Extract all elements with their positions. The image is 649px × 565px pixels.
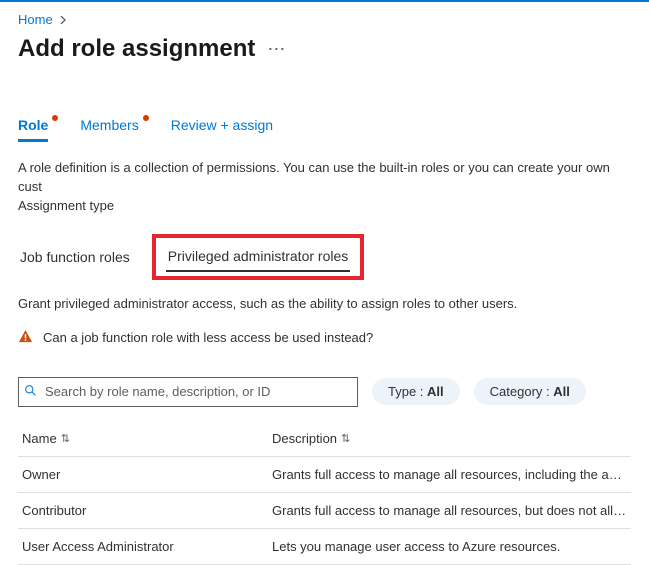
- subtab-privileged-admin-roles[interactable]: Privileged administrator roles: [166, 242, 351, 272]
- table-row[interactable]: User Access Administrator Lets you manag…: [18, 529, 631, 565]
- column-header-name[interactable]: Name ⇅: [18, 421, 268, 456]
- column-header-description[interactable]: Description ⇅: [268, 421, 631, 456]
- tab-role[interactable]: Role: [18, 111, 48, 142]
- role-description-cell: Grants full access to manage all resourc…: [268, 493, 631, 528]
- table-row[interactable]: Contributor Grants full access to manage…: [18, 493, 631, 529]
- role-name-cell: Contributor: [18, 493, 268, 528]
- tab-role-alert-dot: [52, 115, 58, 121]
- page-title: Add role assignment: [18, 35, 255, 63]
- highlight-annotation: Privileged administrator roles: [152, 234, 365, 280]
- search-icon: [24, 384, 37, 400]
- warning-icon: [18, 329, 33, 347]
- search-input[interactable]: [18, 377, 358, 407]
- tab-members-alert-dot: [143, 115, 149, 121]
- table-row[interactable]: Owner Grants full access to manage all r…: [18, 457, 631, 493]
- filter-type-pill[interactable]: Type : All: [372, 378, 460, 405]
- table-header-row: Name ⇅ Description ⇅: [18, 421, 631, 457]
- sort-icon: ⇅: [341, 432, 350, 445]
- grant-description: Grant privileged administrator access, s…: [18, 296, 631, 311]
- filter-category-pill[interactable]: Category : All: [474, 378, 586, 405]
- chevron-right-icon: [59, 12, 67, 27]
- subtab-job-function-roles[interactable]: Job function roles: [18, 243, 132, 271]
- role-type-tabs: Job function roles Privileged administra…: [18, 234, 631, 280]
- role-description: A role definition is a collection of per…: [18, 159, 631, 216]
- role-description-cell: Lets you manage user access to Azure res…: [268, 529, 631, 564]
- sort-icon: ⇅: [61, 432, 70, 445]
- more-actions-button[interactable]: ⋯: [267, 39, 286, 60]
- role-description-cell: Grants full access to manage all resourc…: [268, 457, 631, 492]
- role-name-cell: User Access Administrator: [18, 529, 268, 564]
- role-name-cell: Owner: [18, 457, 268, 492]
- roles-table: Name ⇅ Description ⇅ Owner Grants full a…: [18, 421, 631, 565]
- breadcrumb: Home: [18, 12, 631, 27]
- search-box: [18, 377, 358, 407]
- breadcrumb-home-link[interactable]: Home: [18, 12, 53, 27]
- warning-text: Can a job function role with less access…: [43, 330, 373, 345]
- tab-review-assign[interactable]: Review + assign: [171, 111, 273, 142]
- tab-members[interactable]: Members: [80, 111, 138, 142]
- wizard-tabs: Role Members Review + assign: [18, 111, 631, 143]
- warning-row: Can a job function role with less access…: [18, 329, 631, 347]
